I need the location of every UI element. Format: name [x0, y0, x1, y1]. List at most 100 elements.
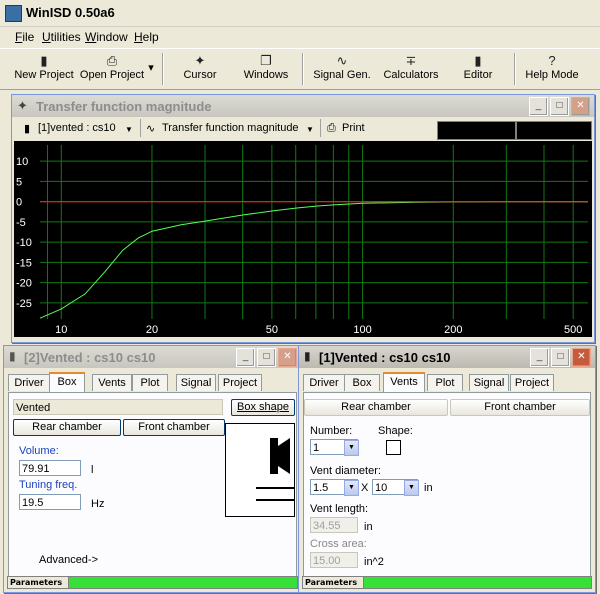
calculators-button[interactable]: ∓ Calculators: [380, 51, 442, 87]
editor-icon: ▮: [474, 53, 482, 68]
plot-type-wave-icon: ∿: [146, 123, 156, 135]
number-label: Number:: [310, 425, 353, 437]
close-icon[interactable]: ✕: [572, 348, 591, 367]
x-tick-label: 500: [564, 324, 582, 336]
maximize-icon[interactable]: □: [550, 97, 569, 116]
plot-toolbar: ▮ [1]vented : cs10 ▼ ∿ Transfer function…: [14, 119, 592, 140]
y-tick-label: -15: [16, 257, 32, 269]
tab-vents[interactable]: Vents: [92, 374, 132, 391]
vented2-title-bar[interactable]: ▮ [2]Vented : cs10 cs10 _ □ ✕: [4, 346, 301, 368]
y-tick-label: -10: [16, 237, 32, 249]
advanced-link[interactable]: Advanced->: [39, 554, 98, 566]
x-tick-label: 50: [266, 324, 278, 336]
tab-box[interactable]: Box: [344, 374, 380, 391]
close-icon[interactable]: ✕: [278, 348, 297, 367]
tab-plot[interactable]: Plot: [132, 374, 168, 391]
tuning-freq-unit: Hz: [91, 498, 105, 510]
help-mode-button[interactable]: ? Help Mode: [522, 51, 582, 87]
project-select-chevron-icon[interactable]: ▼: [125, 125, 133, 134]
cursor-readout-2: [516, 121, 592, 140]
box-type-select[interactable]: Vented: [13, 399, 223, 415]
app-icon: [5, 5, 22, 22]
volume-label: Volume:: [19, 445, 59, 457]
new-document-icon: ▮: [40, 53, 48, 68]
menu-window[interactable]: Window: [85, 30, 128, 44]
y-tick-label: -20: [16, 278, 32, 290]
front-chamber-button[interactable]: Front chamber: [450, 399, 590, 416]
minimize-icon[interactable]: _: [236, 348, 255, 367]
cursor-button[interactable]: ✦ Cursor: [178, 51, 222, 87]
x-tick-label: 100: [353, 324, 371, 336]
rear-chamber-button[interactable]: Rear chamber: [13, 419, 121, 436]
app-title-bar: WinISD 0.50a6: [0, 0, 600, 27]
window-star-icon: ✦: [17, 98, 28, 113]
open-project-button[interactable]: ⎙ Open Project: [79, 51, 145, 87]
series-line-response: [39, 201, 588, 319]
menu-utilities[interactable]: Utilities: [42, 30, 81, 44]
tab-box[interactable]: Box: [49, 372, 85, 393]
maximize-icon[interactable]: □: [551, 348, 570, 367]
vent-diameter-label: Vent diameter:: [310, 465, 381, 477]
print-button[interactable]: Print: [342, 122, 365, 134]
tab-driver[interactable]: Driver: [303, 374, 345, 391]
transfer-function-plot[interactable]: 10 5 0 -5 -10 -15 -20 -25 10 20 50 100 200 500: [14, 141, 592, 337]
vented1-title: [1]Vented : cs10 cs10: [319, 350, 451, 365]
open-project-dropdown[interactable]: ▾: [146, 61, 156, 97]
vented2-status-bar: Parameters: [7, 576, 298, 589]
box-shape-button[interactable]: Box shape: [231, 399, 295, 416]
tuning-freq-label: Tuning freq.: [19, 479, 78, 491]
box-shape-preview: [225, 423, 295, 517]
tuning-freq-input[interactable]: 19.5: [19, 494, 81, 510]
tab-signal[interactable]: Signal: [469, 374, 509, 391]
help-question-icon: ?: [548, 53, 556, 68]
x-tick-label: 20: [146, 324, 158, 336]
signal-gen-button[interactable]: ∿ Signal Gen.: [312, 51, 372, 87]
box-panel: Vented Box shape Rear chamber Front cham…: [8, 392, 297, 577]
calculator-icon: ∓: [405, 53, 417, 68]
tab-signal[interactable]: Signal: [176, 374, 216, 391]
vented1-window: ▮ [1]Vented : cs10 cs10 _ □ ✕ Driver Box…: [298, 345, 596, 593]
vent-diameter-2-dropdown-icon[interactable]: ▼: [404, 480, 419, 496]
volume-input[interactable]: 79.91: [19, 460, 81, 476]
project-icon: ▮: [24, 123, 31, 135]
editor-button[interactable]: ▮ Editor: [456, 51, 500, 87]
front-chamber-button[interactable]: Front chamber: [123, 419, 225, 436]
vented2-title: [2]Vented : cs10 cs10: [24, 350, 156, 365]
x-tick-label: 10: [55, 324, 67, 336]
windows-button[interactable]: ❐ Windows: [241, 51, 291, 87]
vented1-title-bar[interactable]: ▮ [1]Vented : cs10 cs10 _ □ ✕: [299, 346, 595, 368]
tab-project[interactable]: Project: [218, 374, 262, 391]
y-tick-label: -5: [16, 217, 26, 229]
cursor-icon: ✦: [194, 53, 206, 68]
plot-type-select[interactable]: Transfer function magnitude: [162, 122, 299, 134]
vented1-status-bar: Parameters: [302, 576, 592, 589]
vent-length-input[interactable]: 34.55: [310, 517, 358, 533]
menu-help[interactable]: Help: [134, 30, 159, 44]
tab-project[interactable]: Project: [510, 374, 554, 391]
tab-plot[interactable]: Plot: [427, 374, 463, 391]
chart-svg: 1050-5-10-15-20-2510 20 50 100 200 500: [16, 145, 588, 336]
minimize-icon[interactable]: _: [529, 97, 548, 116]
volume-unit: l: [91, 464, 94, 476]
minimize-icon[interactable]: _: [530, 348, 549, 367]
box-shape-diagram: [256, 438, 294, 501]
plot-type-chevron-icon[interactable]: ▼: [306, 125, 314, 134]
shape-checkbox[interactable]: [386, 440, 401, 455]
tab-driver[interactable]: Driver: [8, 374, 50, 391]
vented2-window-icon: ▮: [9, 349, 16, 363]
rear-chamber-button[interactable]: Rear chamber: [304, 399, 448, 416]
vent-diameter-dropdown-icon[interactable]: ▼: [344, 480, 359, 496]
new-project-button[interactable]: ▮ New Project: [12, 51, 76, 87]
transfer-window-title-bar[interactable]: ✦ Transfer function magnitude _ □ ✕: [12, 95, 594, 117]
tab-vents[interactable]: Vents: [383, 372, 425, 393]
status-parameters-label: Parameters: [303, 577, 364, 588]
status-parameters-label: Parameters: [8, 577, 69, 588]
close-icon[interactable]: ✕: [571, 97, 590, 116]
project-select[interactable]: [1]vented : cs10: [38, 122, 116, 134]
number-dropdown-icon[interactable]: ▼: [344, 440, 359, 456]
vents-panel: Rear chamber Front chamber Number: 1 ▼ S…: [303, 392, 591, 577]
cross-area-input[interactable]: 15.00: [310, 552, 358, 568]
menu-file[interactable]: File: [15, 30, 34, 44]
y-tick-label: 10: [16, 156, 28, 168]
maximize-icon[interactable]: □: [257, 348, 276, 367]
